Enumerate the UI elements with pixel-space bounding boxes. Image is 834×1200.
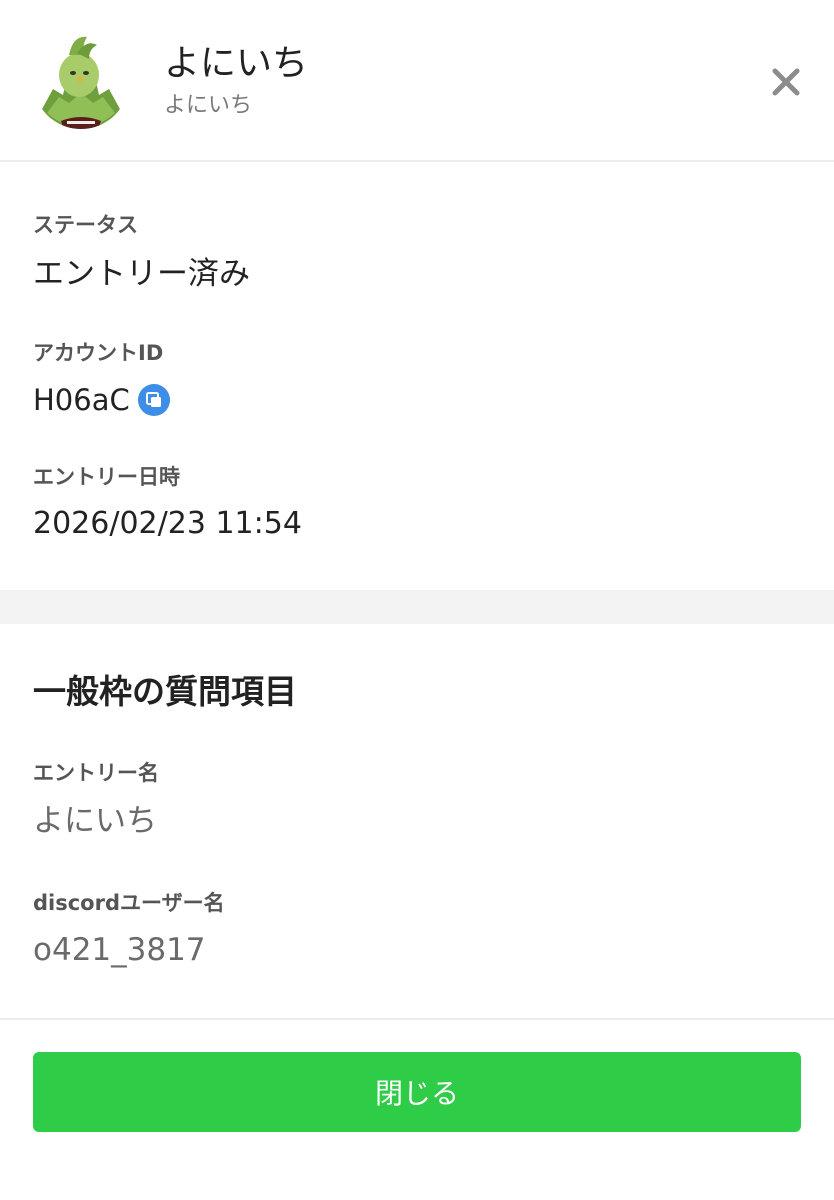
entry-datetime-value: 2026/02/23 11:54 <box>33 506 302 541</box>
account-id-row: H06aC <box>33 378 170 422</box>
modal-header: よにいち よにいち <box>0 0 834 162</box>
copy-icon[interactable] <box>137 384 170 416</box>
close-button[interactable]: 閉じる <box>33 1052 801 1132</box>
status-value: エントリー済み <box>33 256 250 292</box>
entry-name-value: よにいち <box>33 803 157 839</box>
display-name: よにいち <box>164 43 309 84</box>
entry-datetime-label: エントリー日時 <box>33 465 180 489</box>
discord-username-label: discordユーザー名 <box>33 891 225 915</box>
avatar-image <box>33 33 129 129</box>
entry-detail-modal: よにいち よにいち ステータス エントリー済み アカウントID H06aC エン… <box>0 0 834 1200</box>
avatar <box>33 33 129 129</box>
sub-name: よにいち <box>164 93 253 118</box>
account-id-label: アカウントID <box>33 341 164 365</box>
footer-divider <box>0 1018 834 1020</box>
section-title: 一般枠の質問項目 <box>33 672 297 711</box>
account-id-value: H06aC <box>33 383 130 417</box>
discord-username-value: o421_3817 <box>33 932 206 968</box>
status-label: ステータス <box>33 213 138 237</box>
entry-name-label: エントリー名 <box>33 761 159 785</box>
section-separator <box>0 590 834 624</box>
close-icon[interactable] <box>764 60 808 104</box>
